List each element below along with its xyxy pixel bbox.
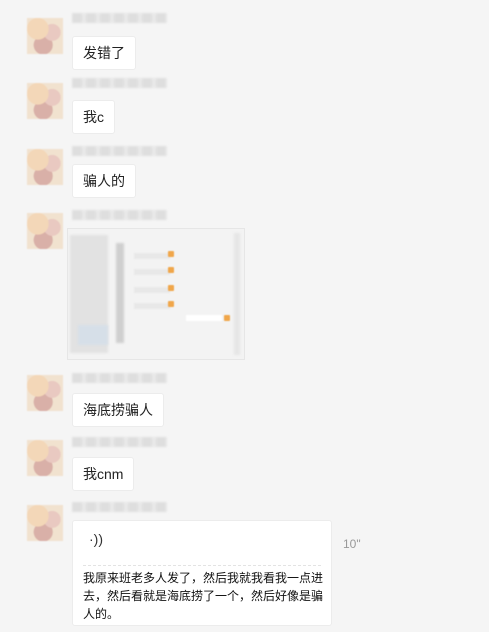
- image-content: [168, 267, 174, 273]
- sender-name-redacted: [72, 502, 167, 512]
- image-content: [224, 315, 230, 321]
- image-content: [134, 253, 170, 259]
- image-content: [168, 285, 174, 291]
- message-bubble[interactable]: 发错了: [72, 36, 136, 70]
- message-bubble[interactable]: 海底捞骗人: [72, 393, 164, 427]
- sender-name-redacted: [72, 13, 167, 23]
- image-content: [168, 251, 174, 257]
- voice-duration: 10": [343, 537, 361, 551]
- sender-avatar[interactable]: [27, 375, 63, 411]
- image-message[interactable]: [67, 228, 245, 360]
- message-bubble[interactable]: 骗人的: [72, 164, 136, 198]
- image-content: [78, 325, 108, 345]
- sender-avatar[interactable]: [27, 505, 63, 541]
- image-content: [134, 269, 170, 275]
- voice-transcript: 我原来班老多人发了，然后我就我看我一点进去，然后看就是海底捞了一个，然后好像是骗…: [83, 571, 324, 621]
- image-content: [186, 315, 222, 321]
- sender-name-redacted: [72, 146, 167, 156]
- image-content: [234, 233, 240, 355]
- sender-name-redacted: [72, 373, 167, 383]
- sender-avatar[interactable]: [27, 149, 63, 185]
- sender-name-redacted: [72, 210, 167, 220]
- image-content: [168, 301, 174, 307]
- sender-avatar[interactable]: [27, 213, 63, 249]
- sender-avatar[interactable]: [27, 440, 63, 476]
- sender-name-redacted: [72, 437, 167, 447]
- sender-avatar[interactable]: [27, 83, 63, 119]
- sender-avatar[interactable]: [27, 18, 63, 54]
- message-bubble[interactable]: 我c: [72, 100, 115, 134]
- voice-message[interactable]: ·)) 我原来班老多人发了，然后我就我看我一点进去，然后看就是海底捞了一个，然后…: [72, 520, 332, 626]
- image-content: [116, 243, 124, 343]
- divider: [83, 565, 321, 566]
- sender-name-redacted: [72, 78, 167, 88]
- message-bubble[interactable]: 我cnm: [72, 457, 135, 491]
- image-content: [134, 287, 170, 293]
- image-content: [134, 303, 170, 309]
- voice-wave-icon[interactable]: ·)): [89, 531, 103, 547]
